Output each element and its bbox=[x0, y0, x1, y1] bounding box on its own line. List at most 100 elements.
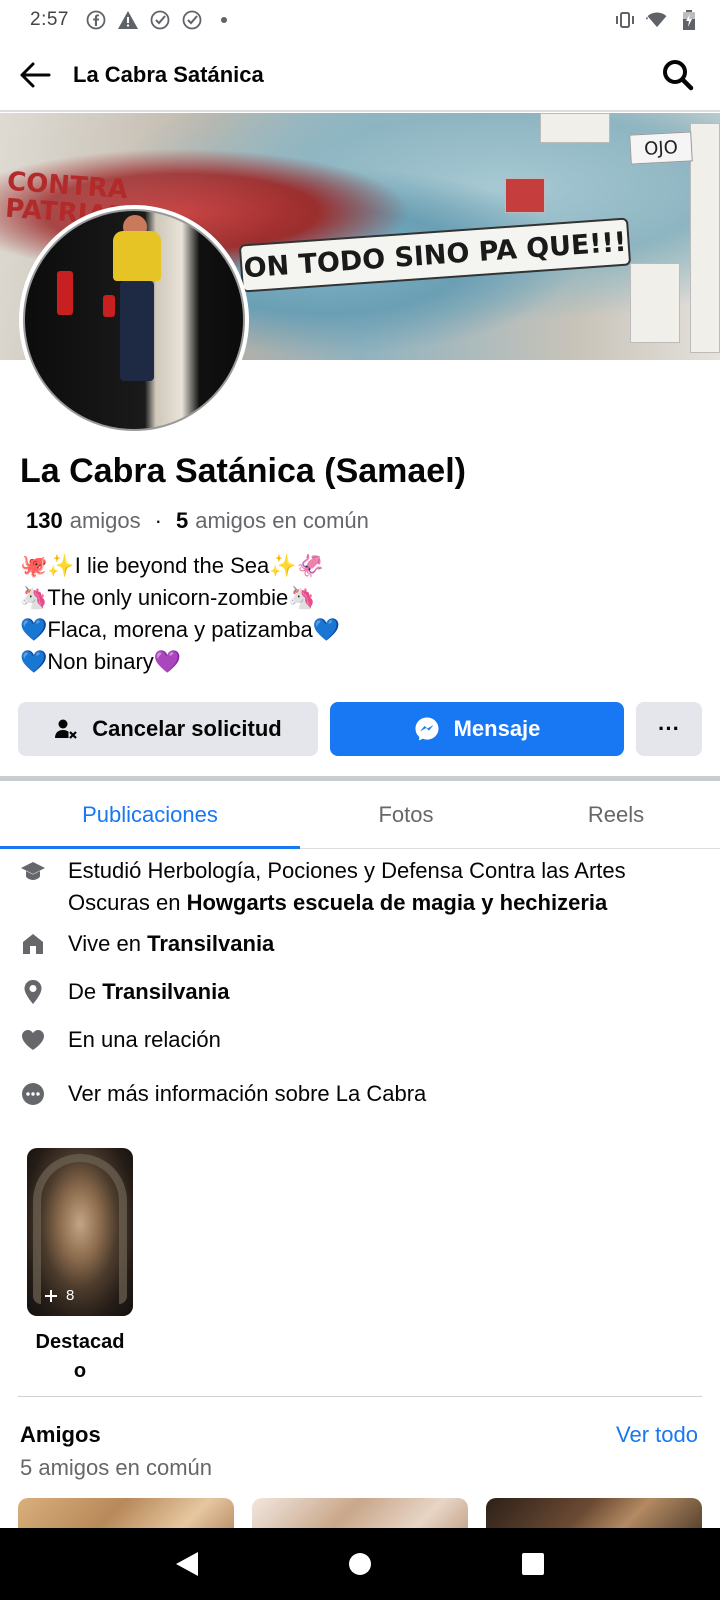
relationship-text: En una relación bbox=[68, 1027, 221, 1052]
more-dots-icon bbox=[20, 1078, 46, 1110]
about-lives: Vive en Transilvania bbox=[20, 928, 688, 960]
about-education: Estudió Herbología, Pociones y Defensa C… bbox=[20, 855, 688, 919]
more-options-label: ··· bbox=[658, 716, 680, 741]
about-education-text: Estudió Herbología, Pociones y Defensa C… bbox=[68, 855, 688, 919]
heart-icon bbox=[20, 1024, 46, 1056]
home-icon bbox=[20, 928, 46, 960]
highlight-count: 8 bbox=[44, 1287, 74, 1304]
highlight-label: Destacad o bbox=[35, 1331, 125, 1382]
bio-line: 💙Flaca, morena y patizamba💙 bbox=[20, 617, 341, 642]
wifi-icon bbox=[646, 9, 668, 31]
system-nav-bar bbox=[0, 1528, 720, 1600]
nav-recents-button[interactable] bbox=[513, 1544, 553, 1584]
lives-place[interactable]: Transilvania bbox=[147, 931, 274, 956]
friends-summary[interactable]: 130 amigos · 5 amigos en común bbox=[26, 508, 369, 534]
battery-icon bbox=[678, 9, 700, 31]
friends-count: 130 bbox=[26, 508, 63, 533]
location-pin-icon bbox=[20, 976, 46, 1008]
tab-fotos[interactable]: Fotos bbox=[300, 781, 512, 848]
app-bar: La Cabra Satánica bbox=[0, 40, 720, 112]
cover-poster bbox=[690, 123, 720, 353]
nav-home-button[interactable] bbox=[340, 1544, 380, 1584]
dot-icon bbox=[213, 9, 235, 31]
nav-back-button[interactable] bbox=[167, 1544, 207, 1584]
check-circle-icon bbox=[149, 9, 171, 31]
separator-dot: · bbox=[154, 508, 162, 533]
tab-label: Publicaciones bbox=[82, 801, 218, 827]
featured-highlight[interactable]: 8 bbox=[27, 1148, 133, 1316]
graduation-cap-icon bbox=[20, 855, 46, 887]
about-from: De Transilvania bbox=[20, 976, 688, 1008]
friends-section-title: Amigos bbox=[20, 1422, 101, 1447]
avatar-bag bbox=[57, 271, 73, 315]
message-button[interactable]: Mensaje bbox=[330, 702, 624, 756]
friends-label: amigos bbox=[69, 508, 141, 533]
arrow-left-icon bbox=[20, 62, 51, 88]
tab-label: Reels bbox=[587, 801, 645, 827]
lives-prefix: Vive en bbox=[68, 931, 148, 956]
tab-reels[interactable]: Reels bbox=[512, 781, 720, 848]
status-icons-right bbox=[614, 9, 700, 31]
about-lives-text: Vive en Transilvania bbox=[68, 928, 688, 960]
profile-name: La Cabra Satánica (Samael) bbox=[20, 452, 466, 490]
facebook-icon bbox=[85, 9, 107, 31]
friend-thumbnails bbox=[18, 1498, 702, 1528]
more-options-button[interactable]: ··· bbox=[636, 702, 702, 756]
status-icons-left bbox=[85, 9, 235, 31]
avatar-photo bbox=[23, 209, 245, 431]
cover-poster bbox=[540, 113, 610, 143]
message-label: Mensaje bbox=[453, 716, 541, 741]
nav-recents-icon bbox=[522, 1553, 545, 1575]
cancel-request-button[interactable]: Cancelar solicitud bbox=[18, 702, 318, 756]
avatar-bag bbox=[103, 295, 115, 317]
mutual-friends-count: 5 bbox=[175, 508, 189, 533]
friend-thumbnail[interactable] bbox=[18, 1498, 234, 1528]
tab-label: Fotos bbox=[378, 801, 434, 827]
friends-section-subtitle: 5 amigos en común bbox=[20, 1455, 212, 1480]
divider bbox=[18, 1396, 702, 1397]
search-button[interactable] bbox=[658, 55, 698, 95]
cover-banner-text: ON TODO SINO PA QUE!!! bbox=[242, 226, 628, 284]
highlight-image bbox=[33, 1154, 127, 1304]
mutual-friends-label: amigos en común bbox=[195, 508, 369, 533]
about-more-info[interactable]: Ver más información sobre La Cabra bbox=[20, 1078, 688, 1110]
highlight-count-value: 8 bbox=[66, 1287, 75, 1304]
see-all-friends-link[interactable]: Ver todo bbox=[616, 1422, 698, 1448]
status-bar: 2:57 bbox=[0, 0, 720, 40]
status-time: 2:57 bbox=[30, 9, 69, 30]
nav-back-icon bbox=[175, 1552, 198, 1576]
check-circle-icon bbox=[181, 9, 203, 31]
friend-thumbnail[interactable] bbox=[252, 1498, 468, 1528]
about-from-text: De Transilvania bbox=[68, 976, 688, 1008]
bio-line: 🐙✨I lie beyond the Sea✨🦑 bbox=[20, 553, 325, 578]
cover-sign-text: OJO bbox=[643, 136, 679, 160]
avatar-figure-legs bbox=[120, 281, 154, 381]
messenger-icon bbox=[414, 716, 440, 742]
from-place[interactable]: Transilvania bbox=[102, 979, 229, 1004]
more-info-text: Ver más información sobre La Cabra bbox=[68, 1081, 427, 1106]
user-cancel-icon bbox=[54, 717, 78, 741]
search-icon bbox=[663, 60, 694, 91]
cover-poster bbox=[505, 178, 545, 213]
back-button[interactable] bbox=[15, 55, 55, 95]
friend-thumbnail[interactable] bbox=[486, 1498, 702, 1528]
cancel-request-label: Cancelar solicitud bbox=[92, 716, 282, 741]
nav-home-icon bbox=[348, 1553, 371, 1575]
profile-bio: 🐙✨I lie beyond the Sea✨🦑 🦄The only unico… bbox=[20, 550, 340, 678]
vibrate-icon bbox=[614, 9, 636, 31]
profile-actions: Cancelar solicitud Mensaje ··· bbox=[18, 702, 702, 756]
avatar-figure-body bbox=[113, 231, 161, 281]
bio-line: 💙Non binary💜 bbox=[20, 649, 182, 674]
page-title: La Cabra Satánica bbox=[73, 62, 264, 87]
profile-avatar[interactable] bbox=[19, 205, 249, 435]
warning-icon bbox=[117, 9, 139, 31]
cover-banner: ON TODO SINO PA QUE!!! bbox=[238, 217, 632, 293]
about-relationship: En una relación bbox=[20, 1024, 688, 1056]
bio-line: 🦄The only unicorn-zombie🦄 bbox=[20, 585, 316, 610]
tab-publicaciones[interactable]: Publicaciones bbox=[0, 781, 300, 849]
from-prefix: De bbox=[68, 979, 103, 1004]
education-school[interactable]: Howgarts escuela de magia y hechizeria bbox=[187, 890, 608, 915]
cover-poster bbox=[630, 263, 680, 343]
profile-tabs: Publicaciones Fotos Reels bbox=[0, 781, 720, 849]
plus-icon bbox=[45, 1289, 57, 1302]
